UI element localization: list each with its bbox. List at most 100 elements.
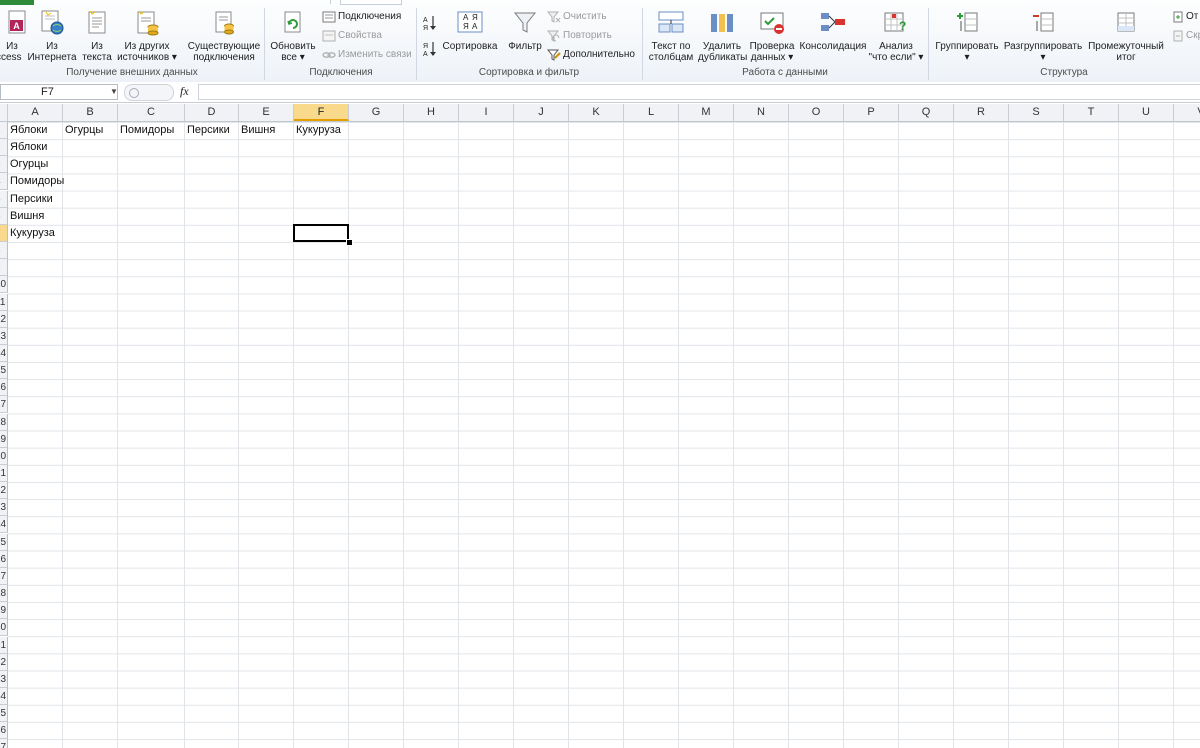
row-header-34[interactable]: 34	[0, 687, 8, 705]
row-header-15[interactable]: 15	[0, 362, 8, 380]
row-header-20[interactable]: 20	[0, 447, 8, 465]
data-validation-button[interactable]: Проверка данных ▾	[748, 10, 796, 64]
row-header-37[interactable]: 37	[0, 739, 8, 748]
row-header-13[interactable]: 13	[0, 327, 8, 345]
edit-links-button[interactable]: Изменить связи	[322, 48, 412, 62]
advanced-filter-button[interactable]: Дополнительно	[547, 48, 635, 62]
column-header-d[interactable]: D	[185, 104, 239, 121]
column-header-i[interactable]: I	[459, 104, 514, 121]
from-access-button[interactable]: A Из ccess	[0, 10, 26, 64]
column-header-c[interactable]: C	[118, 104, 185, 121]
fill-handle[interactable]	[346, 239, 353, 247]
group-button[interactable]: Группировать ▾	[932, 10, 1002, 64]
column-header-o[interactable]: O	[789, 104, 844, 121]
row-header-28[interactable]: 28	[0, 585, 8, 603]
formula-bar-collapse-handle[interactable]	[124, 84, 174, 101]
column-header-p[interactable]: P	[844, 104, 899, 121]
column-header-m[interactable]: M	[679, 104, 734, 121]
row-header-36[interactable]: 36	[0, 722, 8, 740]
row-header-7[interactable]: 7	[0, 224, 8, 242]
cell-area[interactable]: Яблоки Огурцы Помидоры Персики Вишня Кукуруза…	[8, 122, 1200, 748]
row-header-9[interactable]: 9	[0, 259, 8, 277]
cell-b1[interactable]: Огурцы	[63, 122, 103, 139]
cell-a7[interactable]: Кукуруза	[8, 225, 55, 242]
file-tab[interactable]	[0, 0, 34, 5]
cell-e1[interactable]: Вишня	[239, 122, 275, 139]
ungroup-button[interactable]: Разгруппировать ▾	[1002, 10, 1084, 64]
column-header-j[interactable]: J	[514, 104, 569, 121]
cell-a3[interactable]: Огурцы	[8, 156, 48, 173]
row-header-17[interactable]: 17	[0, 396, 8, 414]
cell-a6[interactable]: Вишня	[8, 208, 44, 225]
row-header-32[interactable]: 32	[0, 653, 8, 671]
row-header-2[interactable]: 2	[0, 139, 8, 157]
row-header-22[interactable]: 22	[0, 482, 8, 500]
column-header-g[interactable]: G	[349, 104, 404, 121]
row-header-10[interactable]: 10	[0, 276, 8, 294]
cell-a5[interactable]: Персики	[8, 191, 53, 208]
insert-function-button[interactable]: fx	[180, 84, 189, 99]
column-header-h[interactable]: H	[404, 104, 459, 121]
ribbon-tab-data[interactable]	[340, 0, 402, 5]
row-header-30[interactable]: 30	[0, 619, 8, 637]
column-header-v[interactable]: V	[1174, 104, 1200, 121]
hide-detail-button[interactable]: Скр	[1172, 29, 1200, 43]
row-header-29[interactable]: 29	[0, 602, 8, 620]
row-header-25[interactable]: 25	[0, 533, 8, 551]
cell-a1[interactable]: Яблоки	[8, 122, 47, 139]
row-header-23[interactable]: 23	[0, 499, 8, 517]
column-header-k[interactable]: K	[569, 104, 624, 121]
refresh-all-button[interactable]: Обновить все ▾	[266, 10, 320, 64]
cell-c1[interactable]: Помидоры	[118, 122, 174, 139]
cell-a4[interactable]: Помидоры	[8, 173, 64, 190]
text-to-columns-button[interactable]: Текст по столбцам	[646, 10, 696, 64]
row-header-14[interactable]: 14	[0, 344, 8, 362]
cell-d1[interactable]: Персики	[185, 122, 230, 139]
row-header-1[interactable]: 1	[0, 122, 8, 139]
chevron-down-icon[interactable]: ▼	[110, 87, 118, 96]
connections-button[interactable]: Подключения	[322, 10, 401, 24]
column-header-n[interactable]: N	[734, 104, 789, 121]
row-header-35[interactable]: 35	[0, 705, 8, 723]
from-web-button[interactable]: Из Интернета	[26, 10, 78, 64]
row-header-18[interactable]: 18	[0, 413, 8, 431]
existing-connections-button[interactable]: Существующие подключения	[186, 10, 262, 64]
remove-duplicates-button[interactable]: Удалить дубликаты	[698, 10, 747, 64]
column-header-b[interactable]: B	[63, 104, 118, 121]
column-header-l[interactable]: L	[624, 104, 679, 121]
row-header-31[interactable]: 31	[0, 636, 8, 654]
cell-f1[interactable]: Кукуруза	[294, 122, 341, 139]
column-header-t[interactable]: T	[1064, 104, 1119, 121]
from-text-button[interactable]: Из текста	[80, 10, 114, 64]
column-header-r[interactable]: R	[954, 104, 1009, 121]
sort-button[interactable]: АЯЯА Сортировка	[440, 10, 500, 64]
row-header-26[interactable]: 26	[0, 550, 8, 568]
column-header-e[interactable]: E	[239, 104, 294, 121]
row-header-11[interactable]: 11	[0, 293, 8, 311]
row-header-16[interactable]: 16	[0, 379, 8, 397]
row-header-6[interactable]: 6	[0, 207, 8, 225]
show-detail-button[interactable]: От	[1172, 10, 1200, 24]
active-cell-selection[interactable]	[293, 223, 349, 242]
row-header-12[interactable]: 12	[0, 310, 8, 328]
row-header-4[interactable]: 4	[0, 173, 8, 191]
subtotal-button[interactable]: Промежуточный итог	[1086, 10, 1166, 64]
column-header-s[interactable]: S	[1009, 104, 1064, 121]
ribbon-tab[interactable]	[190, 0, 331, 4]
from-other-sources-button[interactable]: Из других источников ▾	[114, 10, 180, 64]
row-header-21[interactable]: 21	[0, 465, 8, 482]
row-header-24[interactable]: 24	[0, 516, 8, 534]
sort-a-z-button[interactable]: АЯ	[422, 14, 440, 32]
row-header-3[interactable]: 3	[0, 156, 8, 174]
select-all-corner[interactable]	[0, 104, 8, 121]
consolidate-button[interactable]: Консолидация	[798, 10, 868, 64]
row-header-33[interactable]: 33	[0, 670, 8, 688]
row-header-5[interactable]: 5	[0, 190, 8, 208]
properties-button[interactable]: Свойства	[322, 29, 382, 43]
reapply-button[interactable]: Повторить	[547, 29, 612, 43]
row-header-27[interactable]: 27	[0, 567, 8, 585]
cell-a2[interactable]: Яблоки	[8, 139, 47, 156]
sort-z-a-button[interactable]: ЯА	[422, 40, 440, 58]
clear-filter-button[interactable]: Очистить	[547, 10, 607, 24]
name-box[interactable]: F7	[0, 84, 118, 100]
